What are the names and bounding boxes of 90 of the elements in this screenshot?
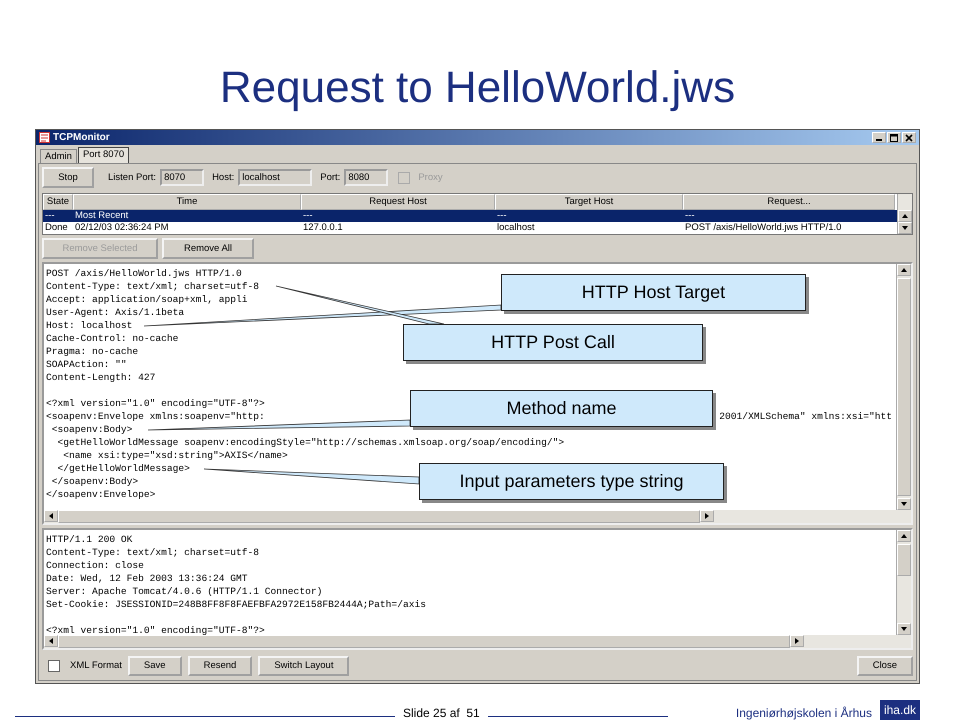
up-arrow-icon xyxy=(902,214,908,218)
action-button[interactable]: Switch Layout xyxy=(258,656,350,676)
scrollbar[interactable] xyxy=(896,530,911,636)
column-header[interactable]: Request... xyxy=(683,194,895,210)
action-button[interactable]: Resend xyxy=(188,656,252,676)
table-cell-text: 02/12/03 02:36:24 PM xyxy=(74,222,170,234)
close-button[interactable] xyxy=(902,132,916,144)
down-arrow-icon xyxy=(901,502,907,506)
stop-button[interactable]: Stop xyxy=(42,167,94,188)
code-line: Host: localhost xyxy=(46,319,132,332)
code-line: Content-Length: 427 xyxy=(46,371,156,384)
callout: HTTP Post Call xyxy=(403,324,703,362)
close-button[interactable]: Close xyxy=(856,656,913,676)
up-arrow-icon xyxy=(901,268,907,272)
code-line: SOAPAction: "" xyxy=(46,358,127,372)
code-line: Date: Wed, 12 Feb 2003 13:36:24 GMT xyxy=(46,572,248,586)
code-line: Pragma: no-cache xyxy=(46,345,138,358)
code-line: POST /axis/HelloWorld.jws HTTP/1.0 xyxy=(46,267,242,280)
field-label: Listen Port: xyxy=(108,172,156,184)
institution-name: Ingeniørhøjskolen i Århus xyxy=(736,706,872,720)
code-line: Accept: application/soap+xml, appli xyxy=(46,293,248,306)
checkbox-label: XML Format xyxy=(70,660,122,672)
table-cell-text: POST /axis/HelloWorld.jws HTTP/1.0 xyxy=(684,222,842,234)
right-arrow-icon xyxy=(795,638,799,644)
slide-title: Request to HelloWorld.jws xyxy=(218,62,736,114)
code-line: User-Agent: Axis/1.1beta xyxy=(46,306,184,320)
down-arrow-icon xyxy=(901,627,907,632)
checkbox[interactable] xyxy=(48,660,60,672)
slide-number: Slide 25 af 51 xyxy=(403,706,480,720)
code-line: HTTP/1.1 200 OK xyxy=(46,533,132,546)
maximize-button[interactable] xyxy=(887,132,901,144)
code-line: <soapenv:Body> xyxy=(50,423,132,436)
column-header[interactable]: Request Host xyxy=(301,194,495,210)
horizontal-scrollbar[interactable] xyxy=(44,635,911,648)
left-arrow-icon xyxy=(49,638,53,644)
field-label: Host: xyxy=(212,172,234,184)
code-line: 2001/XMLSchema" xmlns:xsi="htt xyxy=(719,410,893,424)
code-line: </soapenv:Body> xyxy=(50,475,138,488)
table-cell-text: Most Recent xyxy=(74,210,130,222)
tab[interactable]: Port 8070 xyxy=(78,147,130,164)
column-header[interactable]: Time xyxy=(73,194,301,210)
callout: Input parameters type string xyxy=(419,463,724,500)
input-field[interactable]: 8070 xyxy=(160,169,204,186)
maximize-icon xyxy=(890,134,898,142)
minimize-icon xyxy=(876,139,882,142)
close-icon xyxy=(905,134,913,142)
checkbox-label: Proxy xyxy=(418,172,443,184)
code-line: Cache-Control: no-cache xyxy=(46,332,178,346)
scrollbar[interactable] xyxy=(896,264,911,510)
column-header[interactable]: Target Host xyxy=(495,194,683,210)
code-line: <?xml version="1.0" encoding="UTF-8"?> xyxy=(46,397,265,410)
app-icon xyxy=(39,132,50,144)
horizontal-scrollbar[interactable] xyxy=(44,510,911,524)
action-button[interactable]: Save xyxy=(128,656,182,676)
table-row[interactable]: --- Most Recent --- --- --- xyxy=(43,210,897,222)
code-line: Server: Apache Tomcat/4.0.6 (HTTP/1.1 Connector) xyxy=(46,585,322,598)
scrollbar[interactable] xyxy=(897,194,912,234)
table-cell-text: --- xyxy=(496,210,508,222)
callout: Method name xyxy=(410,390,713,428)
code-line: <name xsi:type="xsd:string">AXIS</name> xyxy=(62,449,288,462)
input-field[interactable]: 8080 xyxy=(344,169,388,186)
input-field[interactable]: localhost xyxy=(238,169,312,186)
code-line: Content-Type: text/xml; charset=utf-8 xyxy=(46,280,260,294)
code-line: </getHelloWorldMessage> xyxy=(56,462,190,476)
code-line: <soapenv:Envelope xmlns:soapenv="http: xyxy=(46,410,265,424)
tab[interactable]: Admin xyxy=(40,149,77,164)
table-cell-text: --- xyxy=(44,210,56,222)
code-line: </soapenv:Envelope> xyxy=(46,488,156,502)
code-line: Connection: close xyxy=(46,559,144,572)
table-cell-text: 127.0.0.1 xyxy=(302,222,344,234)
down-arrow-icon xyxy=(902,226,908,230)
left-arrow-icon xyxy=(49,513,53,520)
table-cell-text: localhost xyxy=(496,222,536,234)
code-line: <?xml version="1.0" encoding="UTF-8"?> xyxy=(46,624,265,636)
minimize-button[interactable] xyxy=(872,132,886,144)
table-cell-text: --- xyxy=(684,210,696,222)
code-line: <getHelloWorldMessage soapenv:encodingStyle="http://schemas.xmlsoap.org/soap/encoding/"> xyxy=(56,436,564,450)
field-label: Port: xyxy=(320,172,340,184)
code-line: Content-Type: text/xml; charset=utf-8 xyxy=(46,546,260,560)
callout: HTTP Host Target xyxy=(501,274,806,312)
remove-all-button[interactable]: Remove All xyxy=(162,238,254,260)
table-cell-text: --- xyxy=(302,210,314,222)
window-title: TCPMonitor xyxy=(53,132,110,144)
right-arrow-icon xyxy=(705,513,709,520)
logo: iha.dk xyxy=(880,700,920,720)
column-header[interactable]: State xyxy=(43,194,73,210)
up-arrow-icon xyxy=(901,534,907,538)
table-row[interactable]: Done 02/12/03 02:36:24 PM 127.0.0.1 localhost POST /axis/HelloWorld.jws HTTP/1.0 xyxy=(43,222,897,234)
table-cell-text: Done xyxy=(44,222,69,234)
code-line: Set-Cookie: JSESSIONID=248B8FF8F8FAEFBFA2972E158FB2444A;Path=/axis xyxy=(46,598,426,612)
